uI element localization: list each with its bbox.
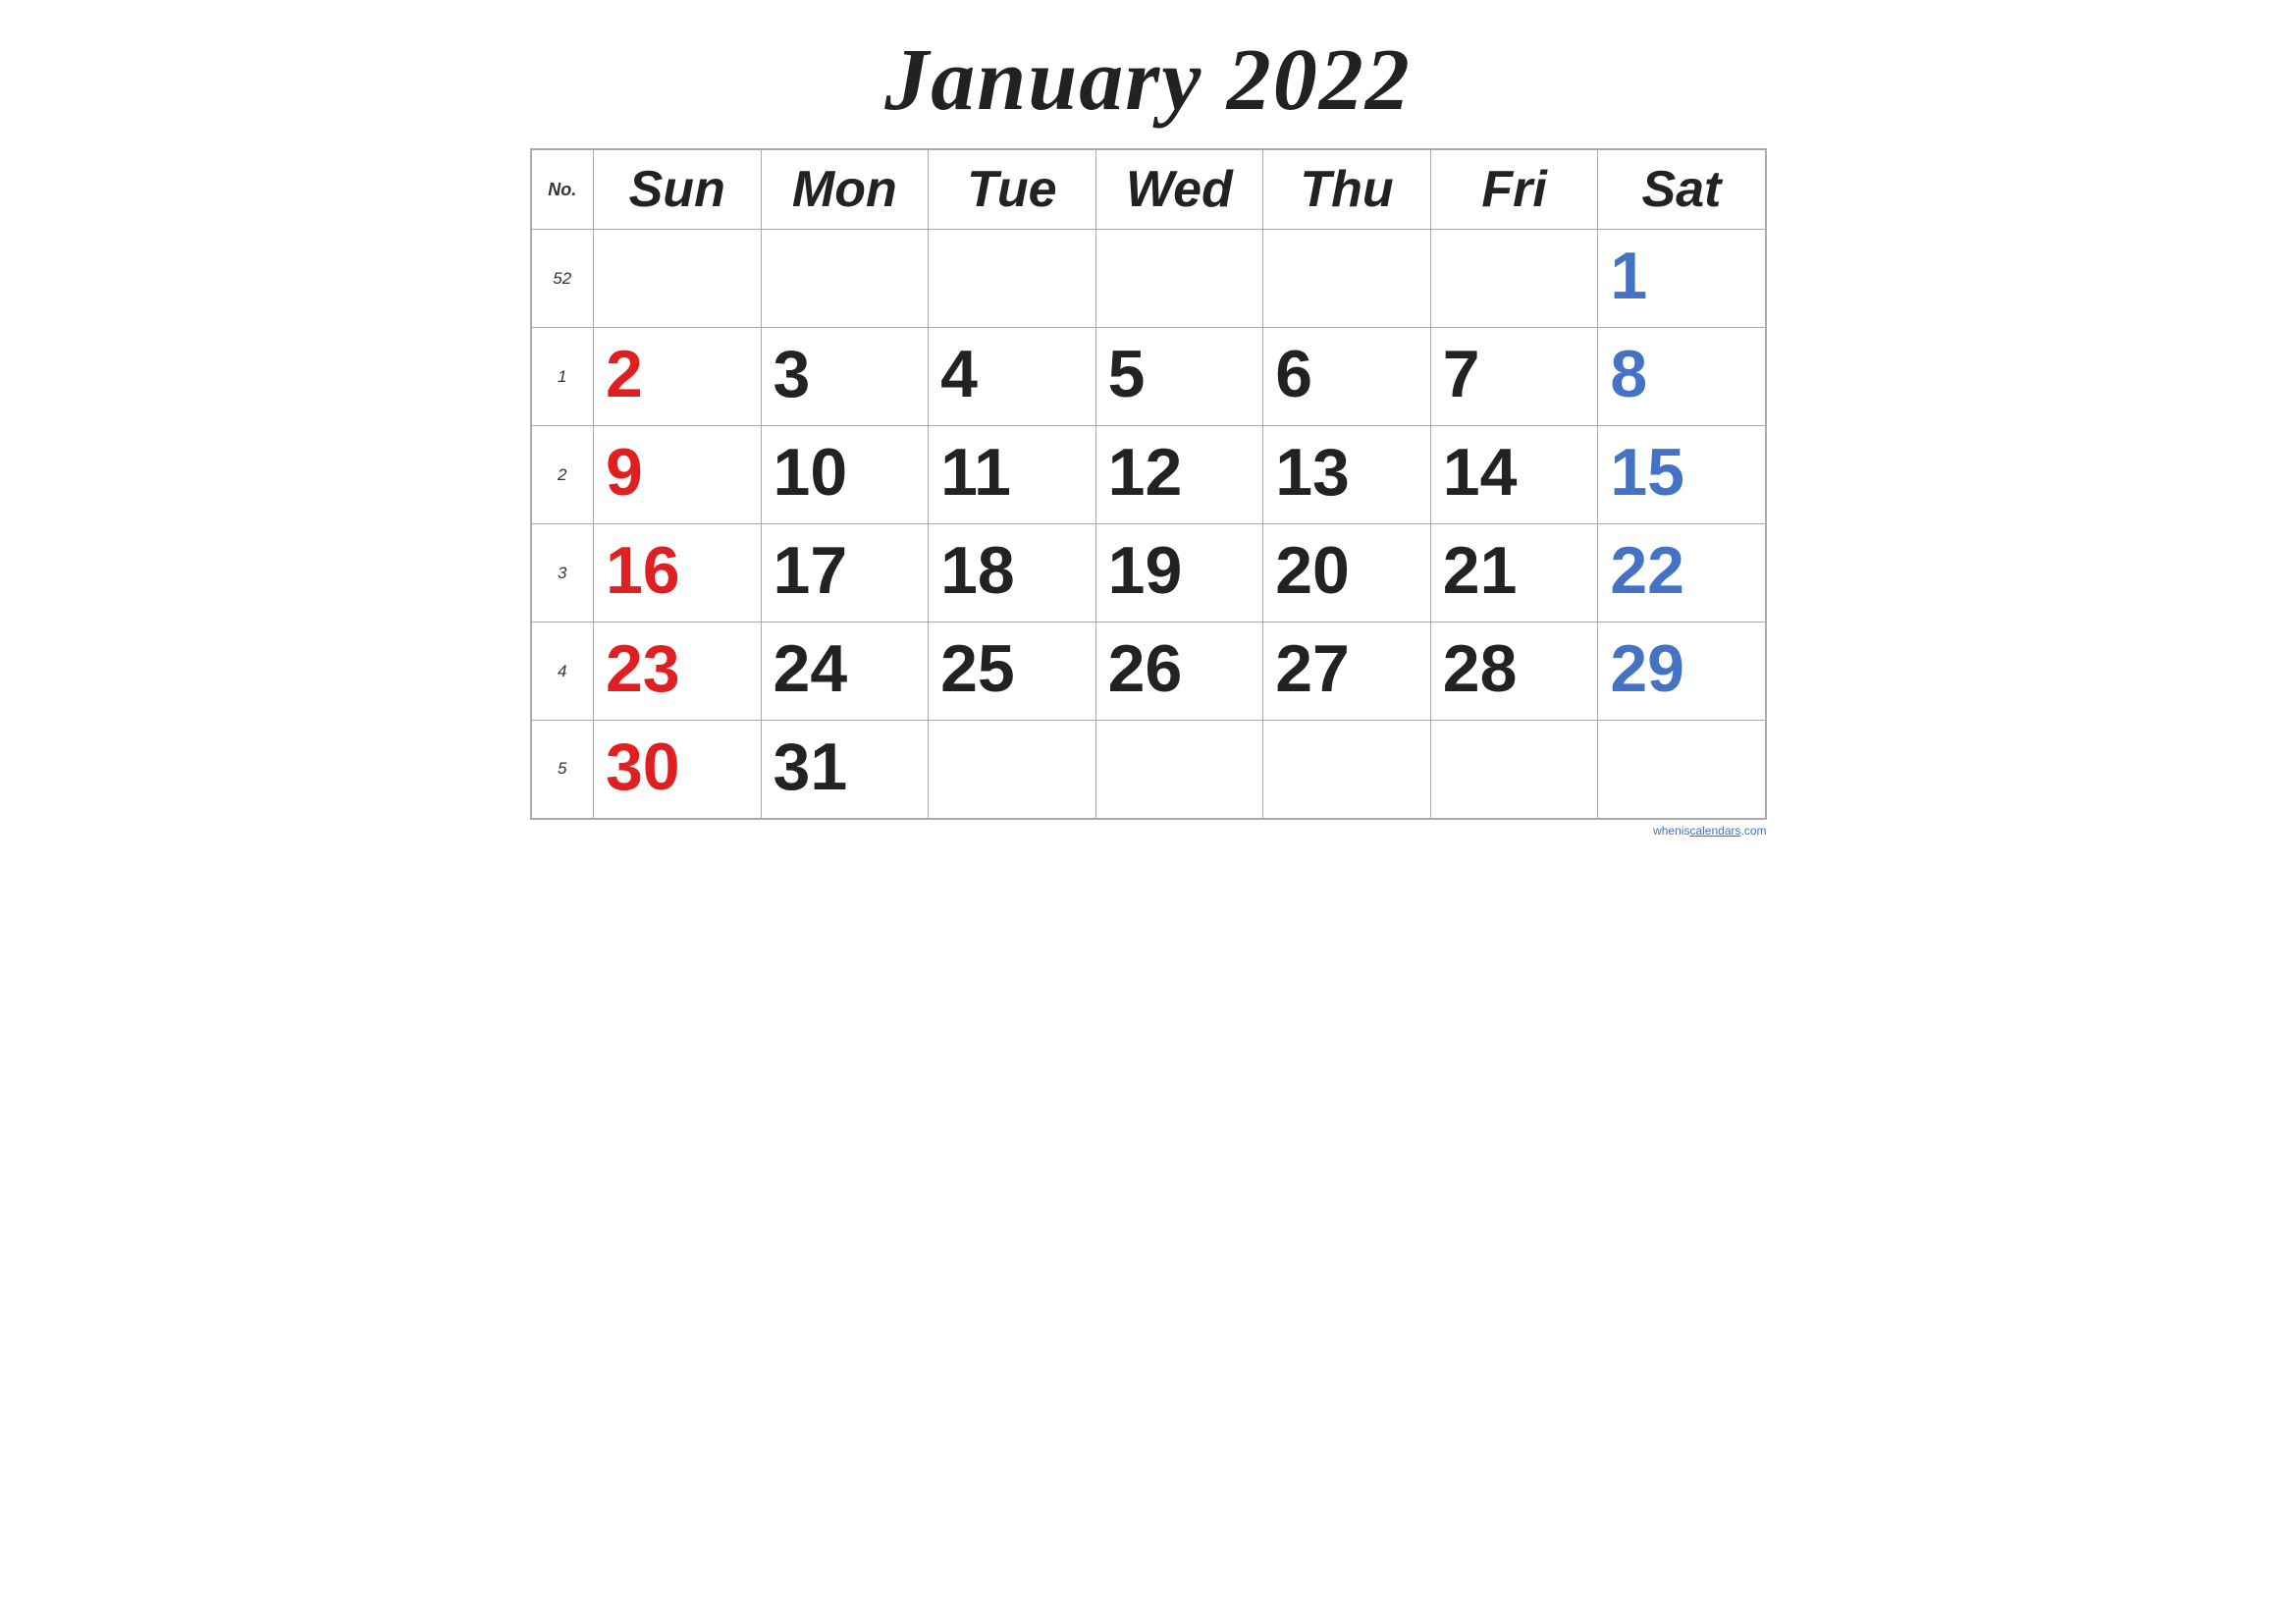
day-cell-13: 13 xyxy=(1263,426,1431,524)
header-day-sat: Sat xyxy=(1598,149,1766,230)
day-cell-empty xyxy=(593,230,761,328)
header-day-fri: Fri xyxy=(1430,149,1598,230)
day-cell-empty xyxy=(1598,721,1766,819)
day-cell-empty xyxy=(1263,721,1431,819)
watermark-text: wheniscalendars.com xyxy=(1653,824,1766,838)
day-cell-11: 11 xyxy=(929,426,1096,524)
day-cell-empty xyxy=(1430,230,1598,328)
calendar-week-row: 52 1 xyxy=(531,230,1766,328)
week-no-2: 2 xyxy=(531,426,594,524)
day-cell-2: 2 xyxy=(593,328,761,426)
day-cell-empty xyxy=(761,230,929,328)
day-cell-15: 15 xyxy=(1598,426,1766,524)
day-cell-6: 6 xyxy=(1263,328,1431,426)
day-cell-empty xyxy=(1430,721,1598,819)
calendar-week-row: 316171819202122 xyxy=(531,524,1766,623)
day-cell-22: 22 xyxy=(1598,524,1766,623)
day-cell-19: 19 xyxy=(1095,524,1263,623)
header-day-tue: Tue xyxy=(929,149,1096,230)
week-no-4: 4 xyxy=(531,623,594,721)
header-day-wed: Wed xyxy=(1095,149,1263,230)
week-no-3: 3 xyxy=(531,524,594,623)
calendar-week-row: 12345678 xyxy=(531,328,1766,426)
day-cell-25: 25 xyxy=(929,623,1096,721)
header-row: No. SunMonTueWedThuFriSat xyxy=(531,149,1766,230)
calendar-week-row: 53031 xyxy=(531,721,1766,819)
day-cell-16: 16 xyxy=(593,524,761,623)
day-cell-20: 20 xyxy=(1263,524,1431,623)
calendar-week-row: 29101112131415 xyxy=(531,426,1766,524)
day-cell-17: 17 xyxy=(761,524,929,623)
week-no-5: 5 xyxy=(531,721,594,819)
day-cell-12: 12 xyxy=(1095,426,1263,524)
day-cell-4: 4 xyxy=(929,328,1096,426)
day-cell-3: 3 xyxy=(761,328,929,426)
day-cell-29: 29 xyxy=(1598,623,1766,721)
no-header: No. xyxy=(531,149,594,230)
calendar-table: No. SunMonTueWedThuFriSat 52112345678291… xyxy=(530,148,1767,820)
watermark: wheniscalendars.com xyxy=(530,824,1767,838)
week-no-52: 52 xyxy=(531,230,594,328)
day-cell-empty xyxy=(1095,230,1263,328)
calendar-week-row: 423242526272829 xyxy=(531,623,1766,721)
day-cell-1: 1 xyxy=(1598,230,1766,328)
day-cell-10: 10 xyxy=(761,426,929,524)
day-cell-26: 26 xyxy=(1095,623,1263,721)
day-cell-30: 30 xyxy=(593,721,761,819)
day-cell-7: 7 xyxy=(1430,328,1598,426)
day-cell-5: 5 xyxy=(1095,328,1263,426)
header-day-mon: Mon xyxy=(761,149,929,230)
day-cell-empty xyxy=(929,721,1096,819)
day-cell-empty xyxy=(1263,230,1431,328)
day-cell-31: 31 xyxy=(761,721,929,819)
day-cell-24: 24 xyxy=(761,623,929,721)
header-day-thu: Thu xyxy=(1263,149,1431,230)
week-no-1: 1 xyxy=(531,328,594,426)
day-cell-14: 14 xyxy=(1430,426,1598,524)
page-title: January 2022 xyxy=(884,29,1412,131)
day-cell-27: 27 xyxy=(1263,623,1431,721)
header-day-sun: Sun xyxy=(593,149,761,230)
day-cell-8: 8 xyxy=(1598,328,1766,426)
day-cell-empty xyxy=(1095,721,1263,819)
day-cell-23: 23 xyxy=(593,623,761,721)
day-cell-18: 18 xyxy=(929,524,1096,623)
day-cell-9: 9 xyxy=(593,426,761,524)
day-cell-21: 21 xyxy=(1430,524,1598,623)
day-cell-empty xyxy=(929,230,1096,328)
day-cell-28: 28 xyxy=(1430,623,1598,721)
